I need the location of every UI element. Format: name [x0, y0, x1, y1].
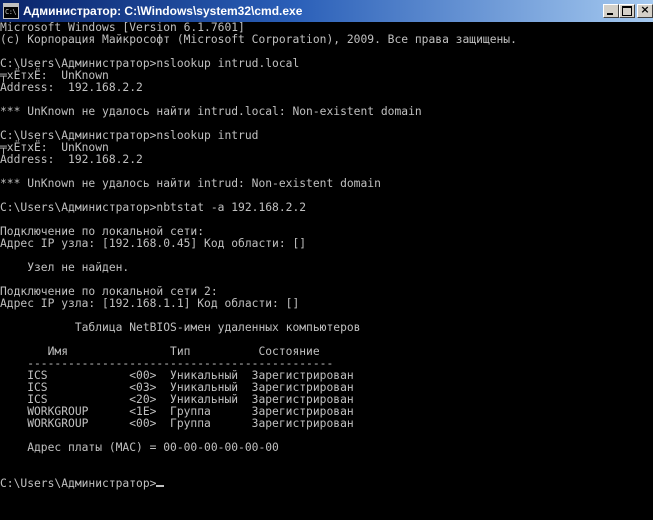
- console-output[interactable]: Microsoft Windows [Version 6.1.7601] (c) …: [0, 22, 653, 520]
- console-line: Таблица NetBIOS-имен удаленных компьютер…: [0, 321, 361, 334]
- close-icon: ×: [640, 3, 650, 16]
- console-line: Address: 192.168.2.2: [0, 153, 143, 166]
- console-line: WORKGROUP <00> Группа Зарегистрирован: [0, 417, 354, 430]
- console-line: Адрес IP узла: [192.168.0.45] Код област…: [0, 237, 307, 250]
- console-line: *** UnKnown не удалось найти intrud.loca…: [0, 105, 422, 118]
- console-line: (c) Корпорация Майкрософт (Microsoft Cor…: [0, 33, 517, 46]
- cmd-icon[interactable]: C:\: [3, 3, 19, 19]
- console-line: Address: 192.168.2.2: [0, 81, 143, 94]
- console-line: *** UnKnown не удалось найти intrud: Non…: [0, 177, 381, 190]
- window-title: Администратор: C:\Windows\system32\cmd.e…: [23, 4, 303, 18]
- title-bar[interactable]: C:\ Администратор: C:\Windows\system32\c…: [0, 0, 653, 22]
- console-line: Узел не найден.: [0, 261, 130, 274]
- maximize-button[interactable]: [619, 4, 635, 18]
- close-button[interactable]: ×: [637, 3, 653, 18]
- cmd-window: C:\ Администратор: C:\Windows\system32\c…: [0, 0, 653, 520]
- console-line: C:\Users\Администратор>: [0, 478, 653, 490]
- minimize-button[interactable]: [603, 4, 619, 18]
- text-cursor: [156, 485, 165, 487]
- console-line: C:\Users\Администратор>nbtstat -a 192.16…: [0, 201, 307, 214]
- console-line: Адрес платы (MAC) = 00-00-00-00-00-00: [0, 441, 279, 454]
- console-line: Адрес IP узла: [192.168.1.1] Код области…: [0, 297, 300, 310]
- cmd-icon-text: C:\: [5, 8, 17, 16]
